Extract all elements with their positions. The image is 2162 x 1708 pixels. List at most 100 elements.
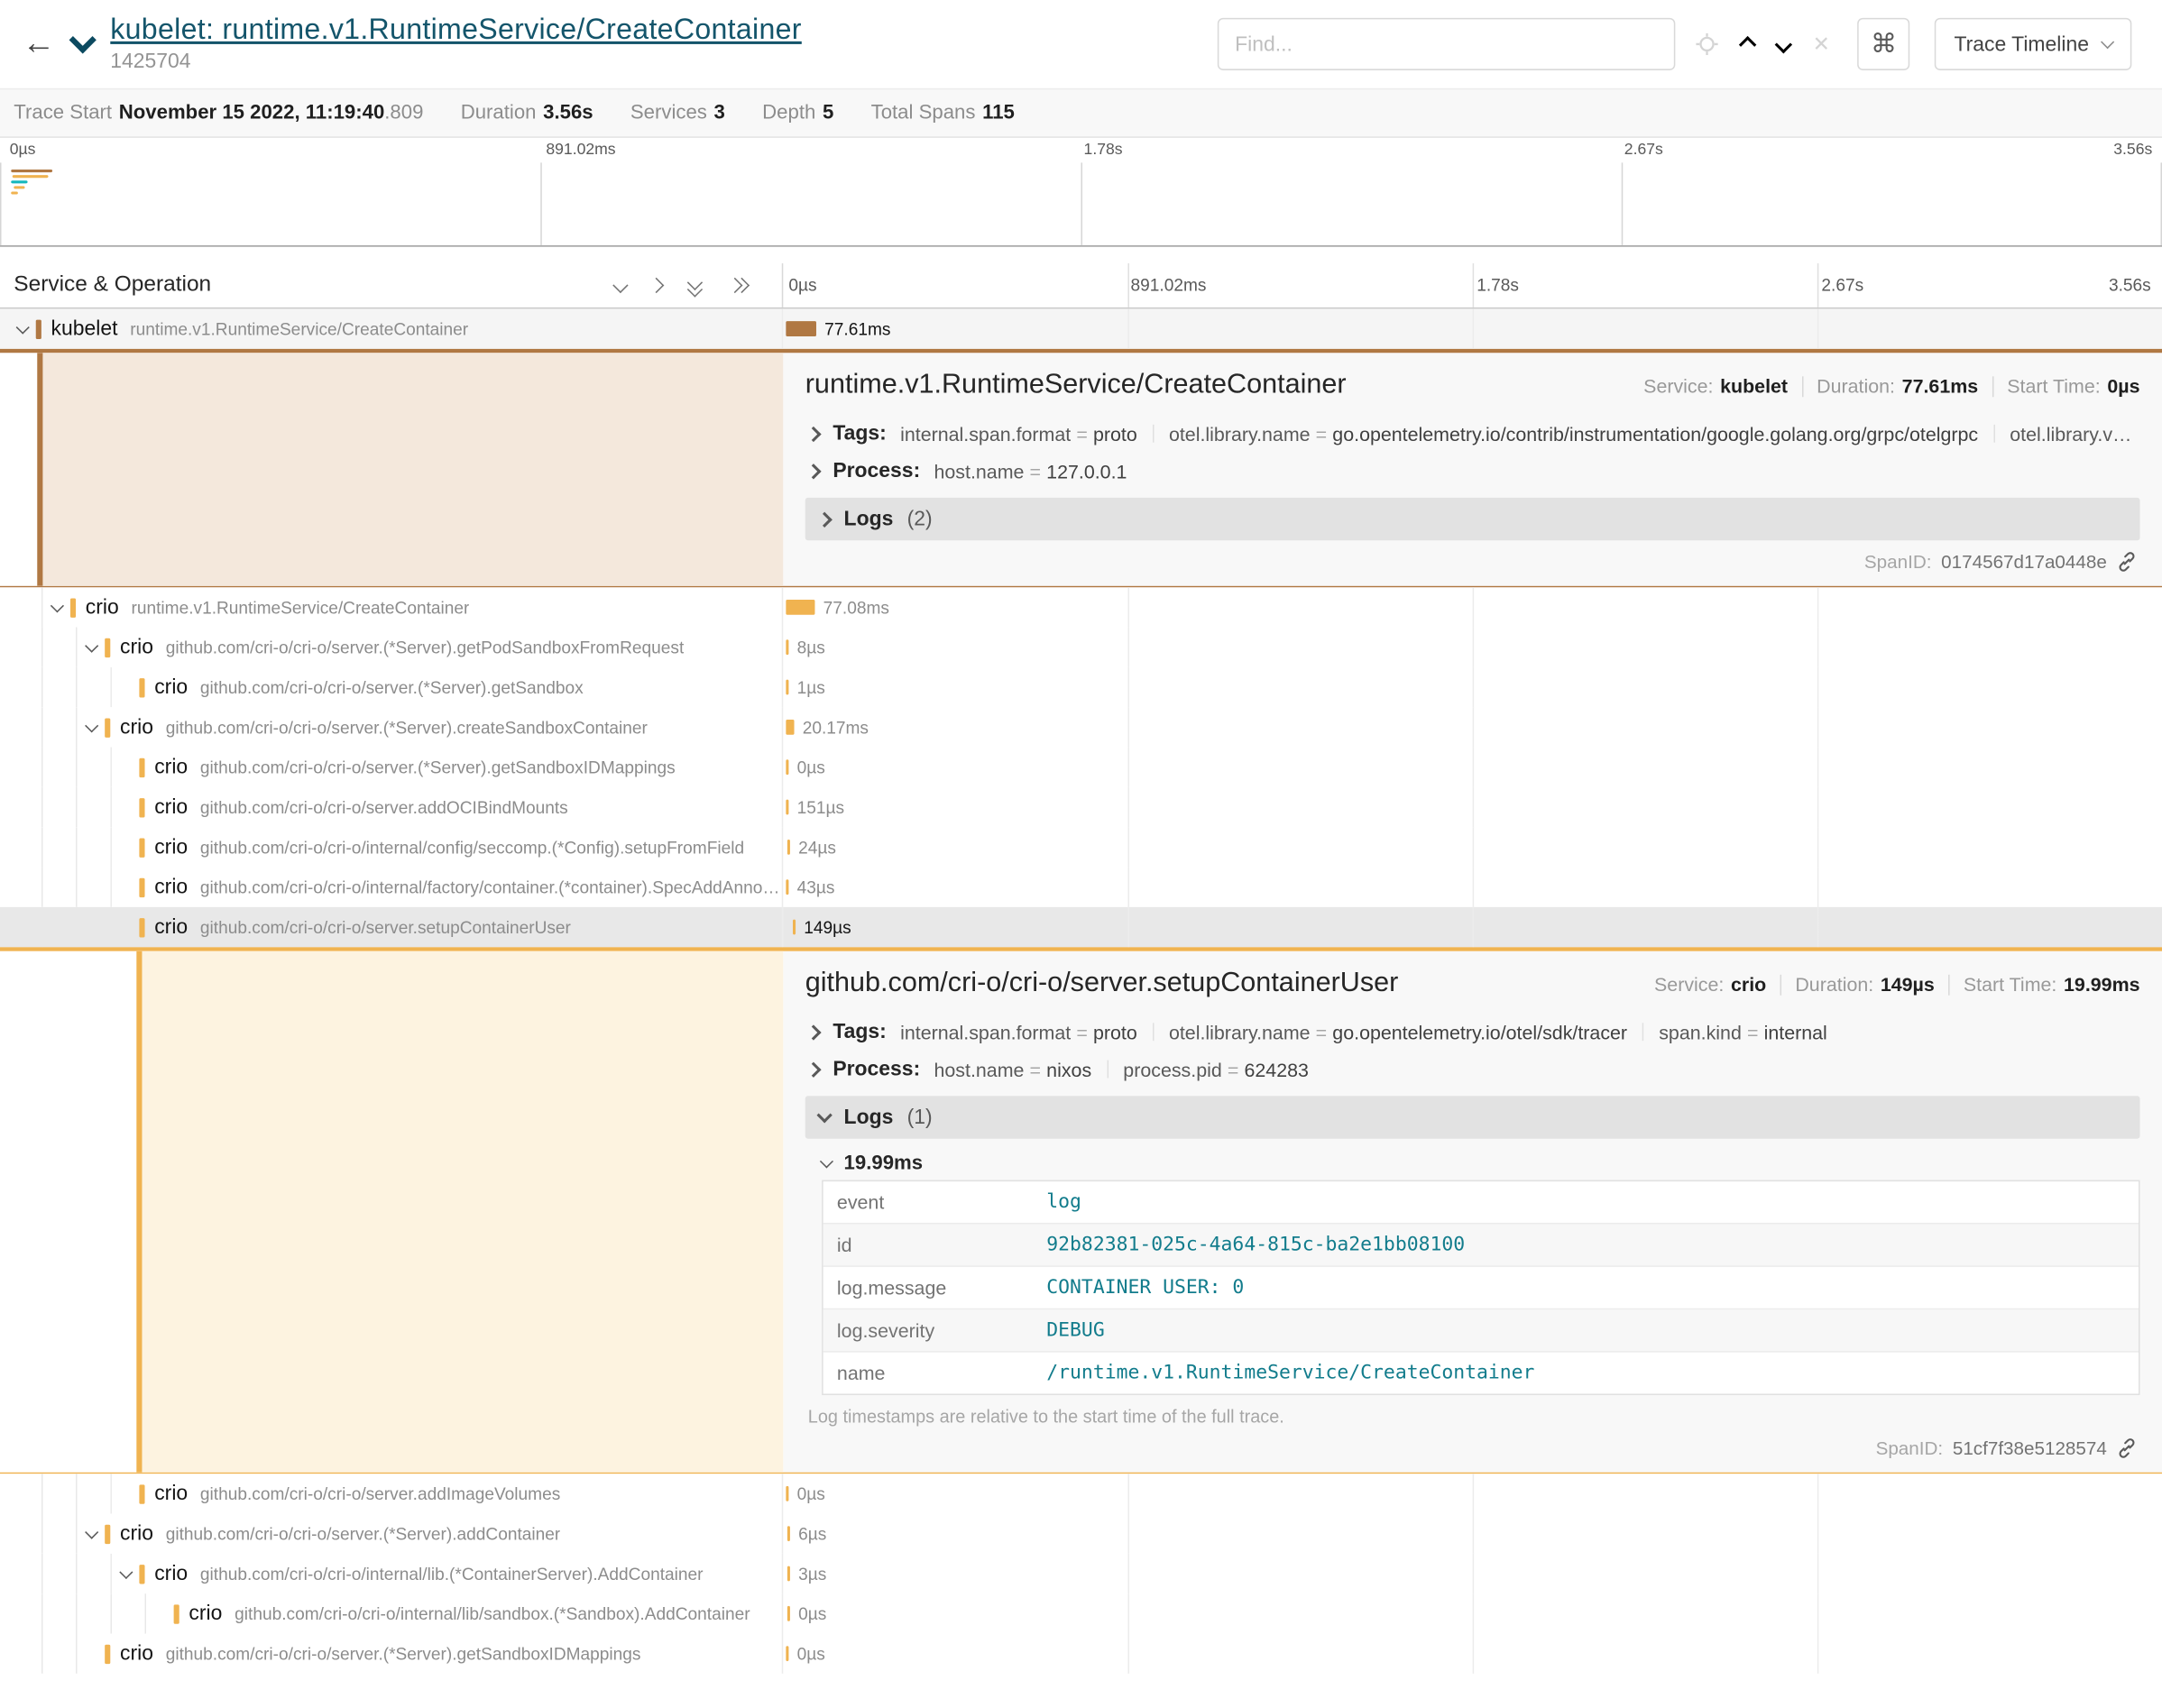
logs-accordion[interactable]: Logs (1) [805,1096,2140,1138]
logs-accordion[interactable]: Logs (2) [805,498,2140,540]
span-bar[interactable] [787,1566,790,1582]
chevron-down-icon[interactable] [112,1571,140,1576]
span-name-cell[interactable]: crio github.com/cri-o/cri-o/internal/lib… [0,1593,783,1633]
span-bar[interactable] [786,1646,788,1661]
span-bar[interactable] [786,720,794,735]
clear-find-button[interactable]: ✕ [1813,32,1830,57]
deep-link-button[interactable] [2117,551,2138,572]
span-name-cell[interactable]: crio github.com/cri-o/cri-o/server.addIm… [0,1474,783,1513]
span-name-cell[interactable]: crio github.com/cri-o/cri-o/internal/con… [0,827,783,867]
tags-accordion[interactable]: Tags: internal.span.format=proto otel.li… [805,415,2140,452]
chevron-down-icon[interactable] [78,724,106,730]
find-next-button[interactable] [1777,38,1789,51]
trace-start: Trace StartNovember 15 2022, 11:19:40.80… [14,102,423,124]
span-name-cell[interactable]: crio github.com/cri-o/cri-o/server.(*Ser… [0,1633,783,1673]
span-row[interactable]: crio runtime.v1.RuntimeService/CreateCon… [0,587,2162,627]
span-name-cell[interactable]: kubelet runtime.v1.RuntimeService/Create… [0,308,783,348]
span-timeline-cell[interactable]: 0µs [783,748,2162,787]
chevron-down-icon[interactable] [78,645,106,650]
span-name-cell[interactable]: crio github.com/cri-o/cri-o/server.(*Ser… [0,707,783,747]
focus-spans-button[interactable] [1696,33,1717,55]
span-row[interactable]: crio github.com/cri-o/cri-o/server.addIm… [0,1474,2162,1513]
process-accordion[interactable]: Process: host.name=nixos process.pid=624… [805,1051,2140,1088]
span-name-cell[interactable]: crio github.com/cri-o/cri-o/internal/lib… [0,1554,783,1593]
span-bar[interactable] [787,1526,790,1541]
service-name: kubelet [51,317,118,341]
span-row-kubelet-createcontainer[interactable]: kubelet runtime.v1.RuntimeService/Create… [0,308,2162,348]
span-name-cell[interactable]: crio github.com/cri-o/cri-o/server.addOC… [0,787,783,827]
span-row-selected[interactable]: crio github.com/cri-o/cri-o/server.setup… [0,907,2162,947]
span-timeline-cell[interactable]: 43µs [783,868,2162,907]
deep-link-button[interactable] [2117,1437,2138,1458]
span-timeline-cell[interactable]: 24µs [783,827,2162,867]
collapse-header-button[interactable] [60,16,105,71]
span-row[interactable]: crio github.com/cri-o/cri-o/internal/con… [0,827,2162,867]
span-timeline-cell[interactable]: 8µs [783,628,2162,667]
trace-timeline-dropdown[interactable]: Trace Timeline [1935,18,2131,70]
log-entry-toggle[interactable]: 19.99ms [822,1152,2139,1174]
back-button[interactable]: ← [16,16,60,71]
span-row[interactable]: crio github.com/cri-o/cri-o/server.(*Ser… [0,628,2162,667]
span-bar[interactable] [787,840,790,855]
span-bar[interactable] [786,1486,788,1501]
span-bar[interactable] [786,680,788,695]
span-timeline-cell[interactable]: 0µs [783,1593,2162,1633]
span-name-cell[interactable]: crio github.com/cri-o/cri-o/server.(*Ser… [0,1514,783,1554]
span-duration-label: 151µs [797,798,844,817]
chevron-down-icon[interactable] [8,326,36,332]
collapse-all-button[interactable] [686,275,703,296]
logs-count: (2) [907,508,933,531]
span-timeline-cell[interactable]: 0µs [783,1633,2162,1673]
span-row[interactable]: crio github.com/cri-o/cri-o/server.(*Ser… [0,1633,2162,1673]
span-bar[interactable] [787,1606,790,1621]
span-timeline-cell[interactable]: 1µs [783,667,2162,707]
span-timeline-cell[interactable]: 77.08ms [783,587,2162,627]
service-name: crio [120,715,153,739]
span-timeline-cell[interactable]: 149µs [783,907,2162,947]
span-bar[interactable] [786,321,816,336]
span-timeline-cell[interactable]: 151µs [783,787,2162,827]
find-prev-button[interactable] [1741,38,1753,51]
span-timeline-cell[interactable]: 0µs [783,1474,2162,1513]
span-name-cell[interactable]: crio github.com/cri-o/cri-o/server.(*Ser… [0,628,783,667]
keyboard-shortcuts-button[interactable]: ⌘ [1857,18,1909,70]
span-bar[interactable] [793,920,796,935]
collapse-one-button[interactable] [615,280,626,290]
minimap-canvas[interactable] [0,162,2162,246]
span-timeline-cell[interactable]: 6µs [783,1514,2162,1554]
find-input[interactable] [1217,18,1675,70]
span-timeline-cell[interactable]: 77.61ms [783,308,2162,348]
service-color-mark [174,1604,179,1623]
tags-accordion[interactable]: Tags: internal.span.format=proto otel.li… [805,1014,2140,1051]
expand-one-button[interactable] [651,280,662,290]
span-row[interactable]: crio github.com/cri-o/cri-o/server.(*Ser… [0,707,2162,747]
expand-all-button[interactable] [728,277,749,293]
span-row[interactable]: crio github.com/cri-o/cri-o/internal/fac… [0,868,2162,907]
span-name-cell[interactable]: crio github.com/cri-o/cri-o/server.(*Ser… [0,667,783,707]
span-row[interactable]: crio github.com/cri-o/cri-o/server.addOC… [0,787,2162,827]
span-row[interactable]: crio github.com/cri-o/cri-o/server.(*Ser… [0,1514,2162,1554]
process-accordion[interactable]: Process: host.name=127.0.0.1 [805,452,2140,489]
span-row[interactable]: crio github.com/cri-o/cri-o/server.(*Ser… [0,748,2162,787]
span-timeline-cell[interactable]: 20.17ms [783,707,2162,747]
span-bar[interactable] [786,800,788,815]
span-timeline-cell[interactable]: 3µs [783,1554,2162,1593]
chevron-down-icon [817,1107,833,1123]
span-name-cell[interactable]: crio github.com/cri-o/cri-o/internal/fac… [0,868,783,907]
chevron-down-icon[interactable] [42,604,70,610]
span-name-cell[interactable]: crio runtime.v1.RuntimeService/CreateCon… [0,587,783,627]
span-detail-meta: Service:crio Duration:149µs Start Time:1… [1654,973,2140,995]
span-bar[interactable] [786,639,788,655]
chevron-down-icon[interactable] [78,1531,106,1537]
span-row[interactable]: crio github.com/cri-o/cri-o/internal/lib… [0,1593,2162,1633]
span-bar[interactable] [786,759,788,775]
span-row[interactable]: crio github.com/cri-o/cri-o/server.(*Ser… [0,667,2162,707]
span-bar[interactable] [786,600,814,615]
span-bar[interactable] [786,879,788,895]
span-duration-label: 77.08ms [823,598,889,617]
trace-title-link[interactable]: kubelet: runtime.v1.RuntimeService/Creat… [110,14,801,46]
tag-item: otel.library.name=go.opentelemetry.io/co… [1169,423,1978,445]
span-name-cell[interactable]: crio github.com/cri-o/cri-o/server.(*Ser… [0,748,783,787]
span-name-cell[interactable]: crio github.com/cri-o/cri-o/server.setup… [0,907,783,947]
span-row[interactable]: crio github.com/cri-o/cri-o/internal/lib… [0,1554,2162,1593]
